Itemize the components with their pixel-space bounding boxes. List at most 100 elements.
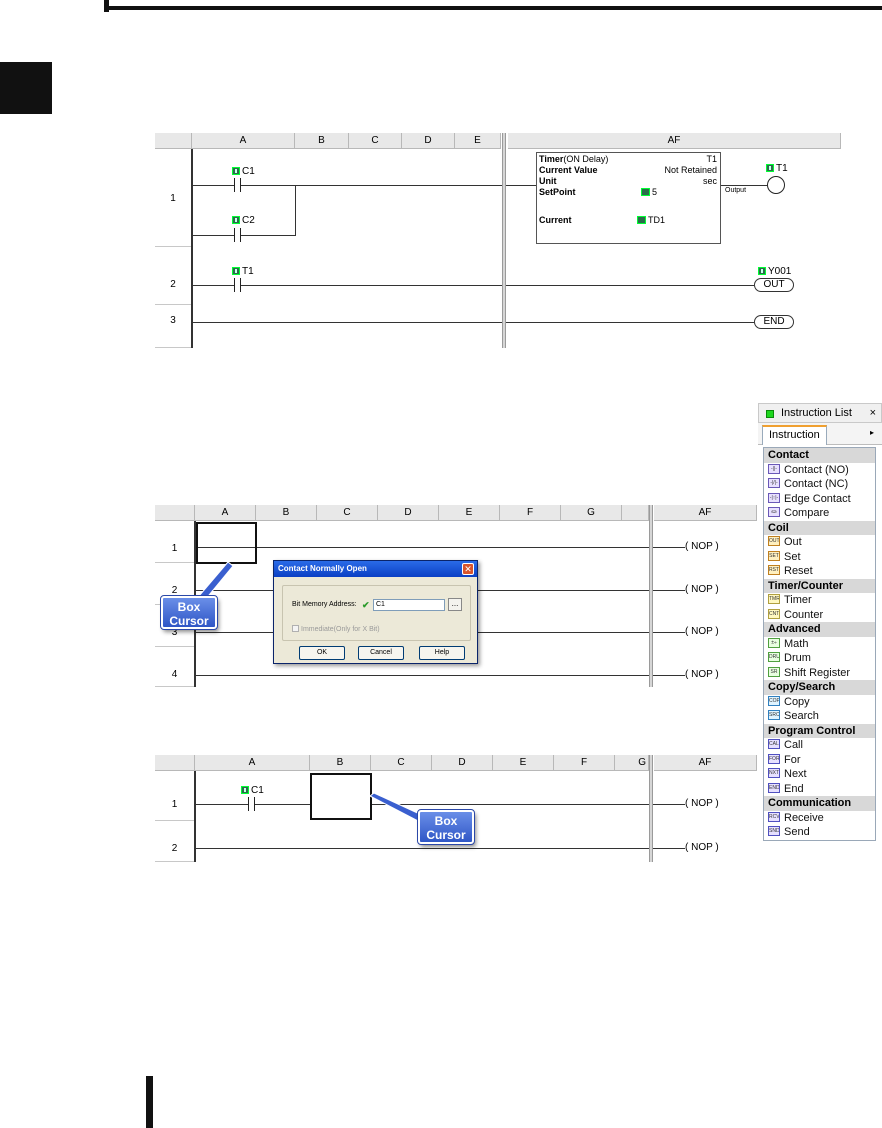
column-header-b[interactable]: B — [310, 755, 371, 771]
nop-coil-2[interactable]: ( NOP ) — [685, 842, 719, 853]
split-divider[interactable] — [649, 755, 653, 862]
box-cursor[interactable] — [196, 522, 257, 564]
instruction-item-search[interactable]: SRCH Search — [764, 709, 875, 724]
column-header-af[interactable]: AF — [508, 133, 841, 149]
cancel-button[interactable]: Cancel — [358, 646, 404, 660]
column-header-c[interactable]: C — [317, 505, 378, 521]
column-header-a[interactable]: A — [195, 755, 310, 771]
close-icon[interactable]: ✕ — [462, 563, 474, 575]
column-header-a[interactable]: A — [195, 505, 256, 521]
timer-mode: (ON Delay) — [563, 154, 609, 164]
category-copy-search[interactable]: Copy/Search — [764, 680, 875, 695]
timer-coil-t1[interactable] — [767, 176, 785, 194]
column-header-d[interactable]: D — [378, 505, 439, 521]
ok-button[interactable]: OK — [299, 646, 345, 660]
instruction-item-compare[interactable]: ≤≥ Compare — [764, 506, 875, 521]
instruction-item-copy[interactable]: COPY Copy — [764, 695, 875, 710]
instruction-item-receive[interactable]: RCV Receive — [764, 811, 875, 826]
category-timer-counter[interactable]: Timer/Counter — [764, 578, 875, 593]
dialog-title: Contact Normally Open — [274, 561, 477, 577]
category-communication[interactable]: Communication — [764, 796, 875, 811]
instruction-item-edge-contact[interactable]: -|↑|- Edge Contact — [764, 492, 875, 507]
row-header-3[interactable]: 3 — [155, 305, 191, 348]
tab-instruction[interactable]: Instruction — [762, 425, 827, 445]
nop-coil-1[interactable]: ( NOP ) — [685, 541, 719, 552]
split-divider[interactable] — [649, 505, 653, 687]
contact-c2[interactable] — [230, 228, 246, 242]
category-contact[interactable]: Contact — [764, 448, 875, 463]
instruction-item-counter[interactable]: CNT Counter — [764, 608, 875, 623]
tab-scroll-arrow-icon[interactable]: ▸ — [870, 428, 874, 437]
column-header-c[interactable]: C — [371, 755, 432, 771]
column-header-a[interactable]: A — [192, 133, 295, 149]
column-header-g[interactable]: G — [615, 755, 649, 771]
row-header-1[interactable]: 1 — [155, 521, 194, 563]
category-coil[interactable]: Coil — [764, 520, 875, 535]
end-coil[interactable]: END — [754, 315, 794, 329]
column-header-e[interactable]: E — [455, 133, 501, 149]
column-header-blank[interactable] — [622, 505, 649, 521]
box-cursor[interactable] — [310, 773, 372, 820]
immediate-checkbox[interactable]: Immediate(Only for X Bit) — [292, 625, 380, 633]
out-coil[interactable]: OUT — [754, 278, 794, 292]
column-header-e[interactable]: E — [493, 755, 554, 771]
column-header-g[interactable]: G — [561, 505, 622, 521]
row-header-2[interactable]: 2 — [155, 247, 191, 305]
instruction-item-timer[interactable]: TMR Timer — [764, 593, 875, 608]
instruction-item-contact-nc[interactable]: -|/|- Contact (NC) — [764, 477, 875, 492]
bit-icon — [241, 786, 249, 794]
nop-coil-4[interactable]: ( NOP ) — [685, 669, 719, 680]
contact-t1[interactable] — [230, 278, 246, 292]
rung-4-wire-right — [653, 675, 685, 676]
row-header-1[interactable]: 1 — [155, 149, 191, 247]
column-header-d[interactable]: D — [402, 133, 455, 149]
instruction-item-out[interactable]: OUT Out — [764, 535, 875, 550]
contact-c1[interactable] — [244, 797, 260, 811]
instruction-item-drum[interactable]: DRUM Drum — [764, 651, 875, 666]
split-divider[interactable] — [502, 133, 506, 348]
instruction-item-for[interactable]: FOR For — [764, 753, 875, 768]
instruction-item-send[interactable]: SND Send — [764, 825, 875, 840]
instruction-item-math[interactable]: ±÷ Math — [764, 637, 875, 652]
timer-instruction-box[interactable]: Timer(ON Delay) T1 Current Value Not Retai… — [536, 152, 746, 244]
timer-output-wire — [721, 185, 767, 186]
word-icon — [637, 216, 646, 224]
category-program-control[interactable]: Program Control — [764, 723, 875, 738]
nop-coil-2[interactable]: ( NOP ) — [685, 584, 719, 595]
column-header-af[interactable]: AF — [654, 755, 757, 771]
column-header-c[interactable]: C — [349, 133, 402, 149]
current-tag: TD1 — [637, 215, 665, 226]
column-header-b[interactable]: B — [295, 133, 349, 149]
instruction-item-set[interactable]: SET Set — [764, 550, 875, 565]
instruction-list-panel: Instruction List × Instruction ▸ Contact… — [758, 403, 882, 843]
column-header-f[interactable]: F — [500, 505, 561, 521]
header-rule — [104, 6, 882, 10]
bit-memory-address-input[interactable]: C1 — [373, 599, 445, 611]
instruction-item-reset[interactable]: RST Reset — [764, 564, 875, 579]
row-header-1[interactable]: 1 — [155, 771, 194, 821]
contact-nc-icon: -|/|- — [768, 478, 780, 488]
next-icon: NXT — [768, 768, 780, 778]
column-header-d[interactable]: D — [432, 755, 493, 771]
box-cursor-callout-1: Box Cursor — [160, 595, 218, 630]
nop-coil-1[interactable]: ( NOP ) — [685, 798, 719, 809]
nop-coil-3[interactable]: ( NOP ) — [685, 626, 719, 637]
browse-button[interactable]: ... — [448, 598, 462, 611]
instruction-item-call[interactable]: CALL Call — [764, 738, 875, 753]
contact-c1[interactable] — [230, 178, 246, 192]
column-header-af[interactable]: AF — [654, 505, 757, 521]
close-icon[interactable]: × — [870, 407, 876, 419]
row-header-2[interactable]: 2 — [155, 821, 194, 862]
instruction-item-contact-no[interactable]: -||- Contact (NO) — [764, 463, 875, 478]
instruction-item-end[interactable]: END End — [764, 782, 875, 797]
instruction-item-next[interactable]: NXT Next — [764, 767, 875, 782]
checkbox-icon — [292, 625, 299, 632]
category-advanced[interactable]: Advanced — [764, 622, 875, 637]
row-header-4[interactable]: 4 — [155, 647, 194, 687]
column-header-b[interactable]: B — [256, 505, 317, 521]
timer-title: Timer — [539, 154, 564, 164]
help-button[interactable]: Help — [419, 646, 465, 660]
column-header-e[interactable]: E — [439, 505, 500, 521]
instruction-item-shift-register[interactable]: SR Shift Register — [764, 666, 875, 681]
column-header-f[interactable]: F — [554, 755, 615, 771]
